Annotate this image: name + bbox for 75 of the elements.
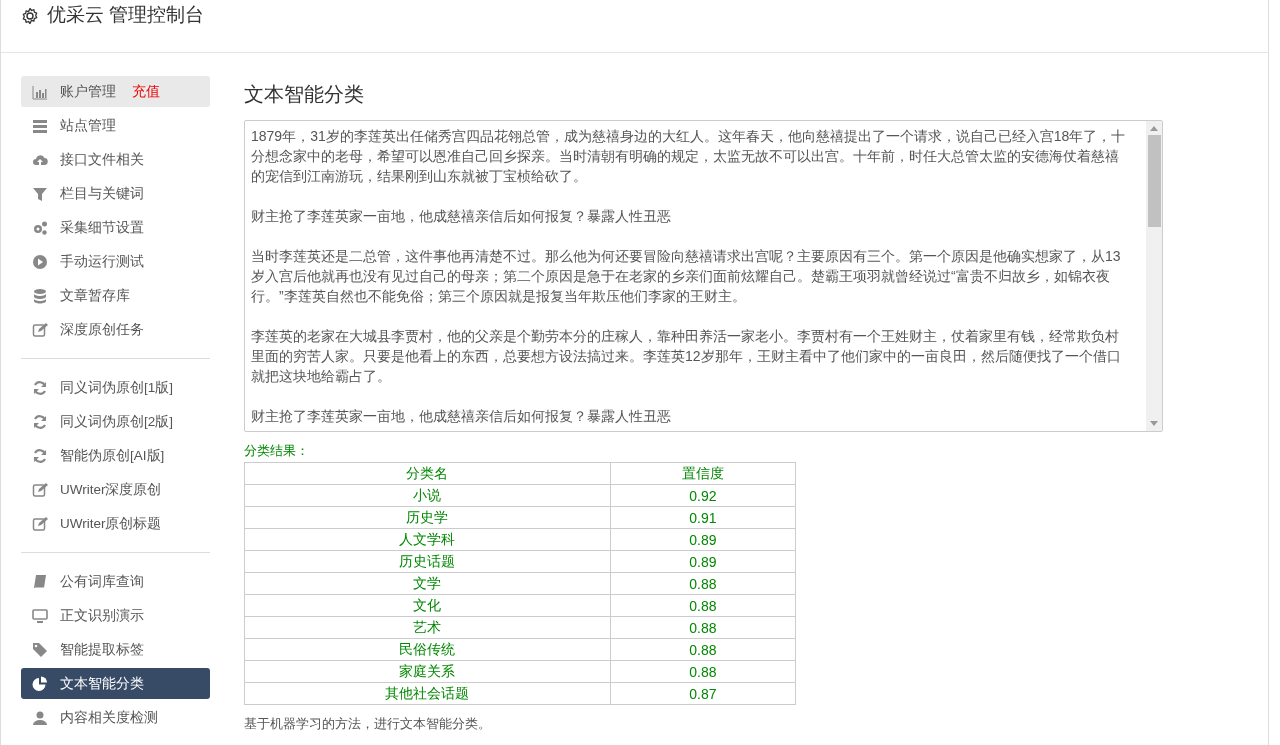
paragraph-text: 财主抢了李莲英家一亩地，他成慈禧亲信后如何报复？暴露人性丑恶: [251, 407, 672, 426]
sidebar-label: 智能提取标签: [60, 640, 144, 659]
sidebar-label: 账户管理: [60, 82, 116, 101]
sidebar-label: 文本智能分类: [60, 674, 144, 693]
paragraph-text: 李莲英的老家在大城县李贾村，他的父亲是个勤劳本分的庄稼人，靠种田养活一家老小。李贾村有一个王姓财主，仗着家里有钱，经常欺负村里面的穷苦人家。只要是他看上的东西，总要想方设法搞过来。李莲英12岁那年，王财主看中了他们家中的一亩良田，然后随便找了一个借口就把这块地给霸占了。: [251, 327, 1122, 386]
sidebar-label: 同义词伪原创[1版]: [60, 378, 173, 397]
database-icon: [32, 287, 48, 304]
table-cell: 历史话题: [244, 550, 611, 573]
paragraph-text: 1879年，31岁的李莲英出任储秀宫四品花翎总管，成为慈禧身边的大红人。这年春天，他向慈禧提出了一个请求，说自己已经入宫18年了，十分想念家中的老母，希望可以恩准自己回乡探亲。当时清朝有明确的规定，太监无故不可以出宫。十年前，时任大总管太监的安德海仗着慈禧的宠信到江南游玩，结果刚到山东就被丁宝桢给砍了。: [251, 127, 1126, 186]
page-title: 文本智能分类: [244, 82, 365, 107]
sidebar-label: 内容相关度检测: [60, 708, 158, 727]
table-cell: 0.91: [610, 506, 796, 529]
sidebar-label: UWriter原创标题: [60, 514, 162, 533]
text-area[interactable]: [244, 120, 1163, 432]
server-icon: [32, 117, 48, 134]
sidebar-item[interactable]: 账户管理 充值: [21, 76, 210, 107]
recharge-link[interactable]: 充值: [132, 82, 160, 101]
user-icon: [32, 709, 48, 726]
table-cell: 人文学科: [244, 528, 611, 551]
table-cell: 文化: [244, 594, 611, 617]
filter-icon: [32, 185, 48, 202]
tag-icon: [32, 641, 48, 658]
edit-icon: [32, 515, 48, 532]
sidebar-item[interactable]: 文本智能分类: [21, 668, 210, 699]
sidebar-label: 站点管理: [60, 116, 116, 135]
sidebar-label: 正文识别演示: [60, 606, 144, 625]
table-cell: 民俗传统: [244, 638, 611, 661]
table-cell: 0.88: [610, 638, 796, 661]
table-cell: 家庭关系: [244, 660, 611, 683]
sidebar-label: 文章暂存库: [60, 286, 130, 305]
book-icon: [32, 573, 48, 590]
table-cell: 0.88: [610, 594, 796, 617]
refresh-icon: [32, 413, 48, 430]
column-header: 置信度: [610, 462, 796, 485]
sidebar-label: 接口文件相关: [60, 150, 144, 169]
table-cell: 0.89: [610, 550, 796, 573]
column-header: 分类名: [244, 462, 611, 485]
sidebar-label: 手动运行测试: [60, 252, 144, 271]
table-cell: 0.89: [610, 528, 796, 551]
table-cell: 其他社会话题: [244, 682, 611, 705]
table-cell: 0.88: [610, 660, 796, 683]
sidebar-label: 深度原创任务: [60, 320, 144, 339]
table-cell: 0.87: [610, 682, 796, 705]
bar-chart-icon: [32, 83, 48, 100]
table-cell: 0.92: [610, 484, 796, 507]
table-cell: 0.88: [610, 572, 796, 595]
sidebar-label: 公有词库查询: [60, 572, 144, 591]
app-title: 优采云 管理控制台: [47, 3, 205, 27]
paragraph-text: 财主抢了李莲英家一亩地，他成慈禧亲信后如何报复？暴露人性丑恶: [251, 207, 672, 226]
play-icon: [32, 253, 48, 270]
gears-icon: [32, 219, 48, 236]
table-cell: 文学: [244, 572, 611, 595]
scrollbar-thumb[interactable]: [1147, 135, 1161, 227]
monitor-icon: [32, 607, 48, 624]
scrollbar[interactable]: [1146, 121, 1162, 431]
pie-chart-icon: [32, 675, 48, 692]
refresh-icon: [32, 379, 48, 396]
table-cell: 0.88: [610, 616, 796, 639]
table-cell: 小说: [244, 484, 611, 507]
sidebar-label: 智能伪原创[AI版]: [60, 446, 165, 465]
edit-icon: [32, 321, 48, 338]
sidebar-label: 栏目与关键词: [60, 184, 144, 203]
refresh-icon: [32, 447, 48, 464]
sidebar-label: 采集细节设置: [60, 218, 144, 237]
up-arrow-icon[interactable]: [1150, 126, 1158, 131]
down-arrow-icon[interactable]: [1150, 421, 1158, 426]
result-label: 分类结果：: [244, 442, 310, 460]
settings-icon: [21, 7, 39, 25]
sidebar-label: 同义词伪原创[2版]: [60, 412, 173, 431]
table-cell: 艺术: [244, 616, 611, 639]
description-text: 基于机器学习的方法，进行文本智能分类。: [244, 715, 492, 733]
sidebar-label: UWriter深度原创: [60, 480, 162, 499]
table-cell: 历史学: [244, 506, 611, 529]
edit-icon: [32, 481, 48, 498]
paragraph-text: 当时李莲英还是二总管，这件事他再清楚不过。那么他为何还要冒险向慈禧请求出宫呢？主要原因有三个。第一个原因是他确实想家了，从13岁入宫后他就再也没有见过自己的母亲；第二个原因是急于在老家的乡亲们面前炫耀自己。楚霸王项羽就曾经说过“富贵不归故乡，如锦衣夜行。”李莲英自然也不能免俗；第三个原因就是报复当年欺压他们李家的王财主。: [251, 247, 1122, 306]
